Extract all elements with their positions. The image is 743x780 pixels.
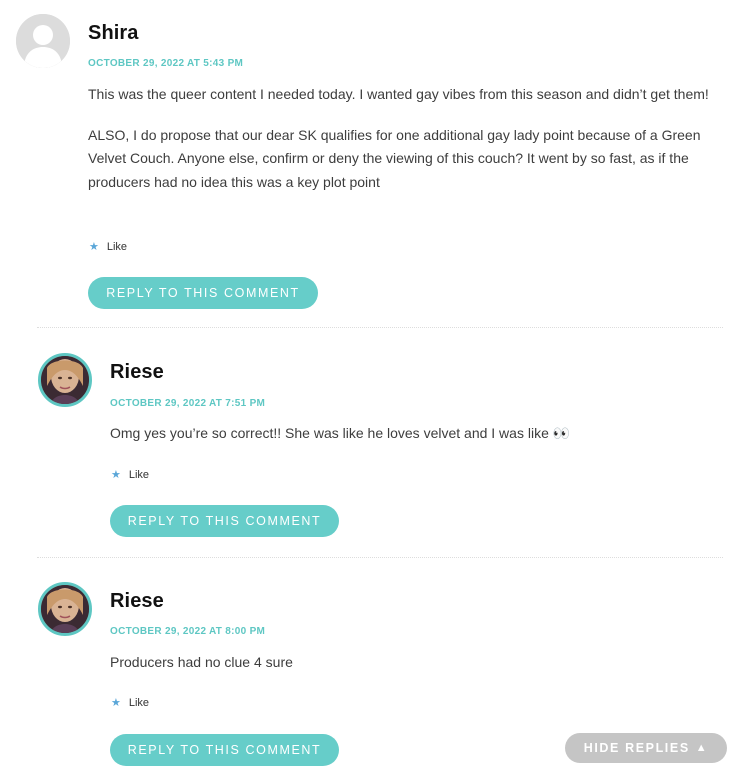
user-photo-icon bbox=[41, 356, 89, 404]
avatar[interactable] bbox=[38, 353, 92, 407]
comment-divider bbox=[37, 557, 723, 558]
comment-paragraph: ALSO, I do propose that our dear SK qual… bbox=[88, 126, 701, 190]
reply-button[interactable]: REPLY TO THIS COMMENT bbox=[110, 505, 339, 537]
comment-date[interactable]: OCTOBER 29, 2022 AT 8:00 PM bbox=[110, 626, 265, 637]
comment-paragraph: This was the queer content I needed toda… bbox=[88, 86, 709, 102]
comment-body: This was the queer content I needed toda… bbox=[88, 83, 718, 211]
comment-date[interactable]: OCTOBER 29, 2022 AT 7:51 PM bbox=[110, 398, 265, 409]
star-icon: ★ bbox=[111, 469, 121, 481]
reply-button[interactable]: REPLY TO THIS COMMENT bbox=[110, 734, 339, 766]
comment-author[interactable]: Shira bbox=[88, 22, 139, 45]
star-icon: ★ bbox=[89, 241, 99, 253]
comment-body: Omg yes you’re so correct!! She was like… bbox=[110, 422, 720, 463]
like-button[interactable]: ★ Like bbox=[89, 240, 128, 254]
like-label: Like bbox=[106, 240, 128, 253]
like-button[interactable]: ★ Like bbox=[111, 468, 150, 482]
comment-paragraph: Omg yes you’re so correct!! She was like… bbox=[110, 425, 571, 441]
comment-date[interactable]: OCTOBER 29, 2022 AT 5:43 PM bbox=[88, 58, 243, 69]
comment-body: Producers had no clue 4 sure bbox=[110, 651, 720, 692]
triangle-up-icon: ▲ bbox=[695, 742, 709, 754]
comment-divider bbox=[37, 327, 723, 328]
avatar[interactable] bbox=[38, 582, 92, 636]
like-label: Like bbox=[128, 468, 150, 481]
like-button[interactable]: ★ Like bbox=[111, 696, 150, 710]
hide-replies-label: HIDE REPLIES bbox=[583, 741, 690, 755]
like-label: Like bbox=[128, 696, 150, 709]
avatar[interactable] bbox=[16, 14, 70, 68]
reply-button[interactable]: REPLY TO THIS COMMENT bbox=[88, 277, 318, 309]
user-silhouette-icon bbox=[16, 14, 70, 68]
star-icon: ★ bbox=[111, 697, 121, 709]
hide-replies-button[interactable]: HIDE REPLIES ▲ bbox=[565, 733, 727, 763]
comment-paragraph: Producers had no clue 4 sure bbox=[110, 654, 293, 670]
comment-author[interactable]: Riese bbox=[110, 590, 164, 613]
user-photo-icon bbox=[41, 585, 89, 633]
comment-author[interactable]: Riese bbox=[110, 361, 164, 384]
